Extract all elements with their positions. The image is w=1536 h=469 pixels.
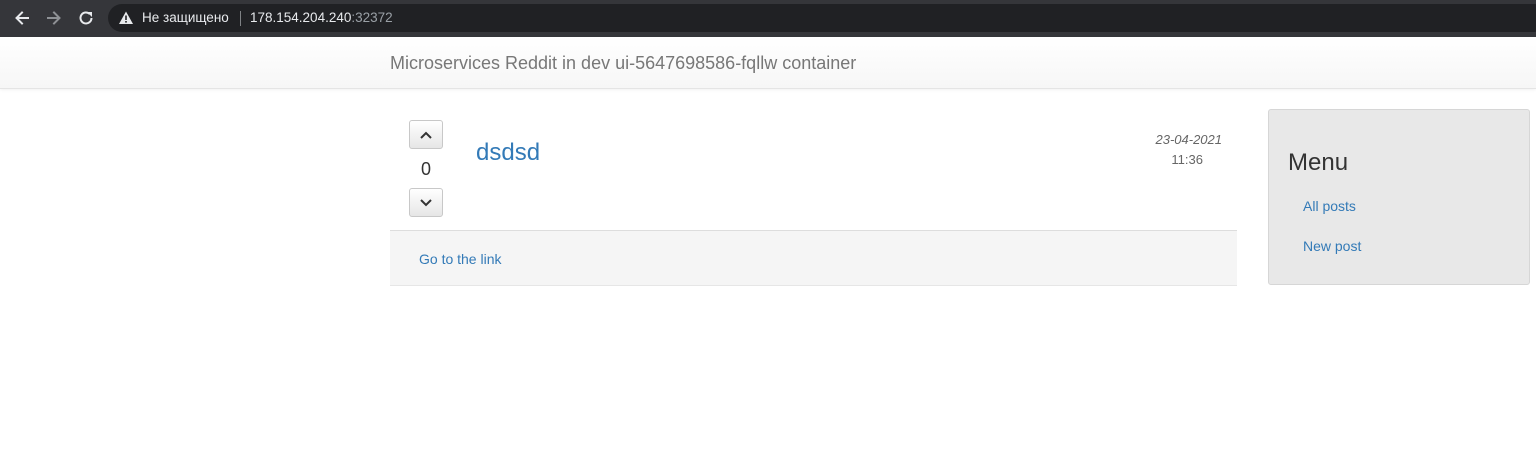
site-brand[interactable]: Microservices Reddit in dev ui-564769858… — [390, 53, 856, 74]
forward-button[interactable] — [42, 6, 66, 30]
reload-button[interactable] — [74, 6, 98, 30]
post-date: 23-04-2021 — [1155, 132, 1223, 147]
back-button[interactable] — [10, 6, 34, 30]
post-panel: 0 dsdsd 23-04-2021 11:36 Go to the link — [390, 110, 1237, 286]
chevron-up-icon — [420, 131, 432, 139]
url-text[interactable]: 178.154.204.240:32372 — [250, 10, 393, 25]
go-to-link[interactable]: Go to the link — [419, 251, 502, 267]
forward-arrow-icon — [47, 11, 61, 25]
menu-title: Menu — [1288, 149, 1349, 176]
vote-count: 0 — [420, 159, 431, 179]
security-label[interactable]: Не защищено — [142, 10, 229, 25]
address-bar[interactable]: Не защищено 178.154.204.240:32372 — [108, 4, 1536, 32]
warning-icon — [119, 11, 133, 24]
url-host: 178.154.204.240 — [250, 10, 352, 25]
post-footer: Go to the link — [390, 230, 1237, 285]
back-arrow-icon — [15, 11, 29, 25]
url-port: :32372 — [351, 10, 393, 25]
menu-item-all-posts[interactable]: All posts — [1303, 198, 1356, 214]
sidebar-menu: Menu All posts New post — [1268, 109, 1530, 285]
browser-toolbar: Не защищено 178.154.204.240:32372 — [0, 0, 1536, 37]
downvote-button[interactable] — [409, 188, 443, 217]
reload-icon — [79, 11, 93, 25]
chevron-down-icon — [420, 198, 432, 206]
address-separator — [240, 11, 241, 26]
post-title-link[interactable]: dsdsd — [476, 139, 540, 167]
site-navbar: Microservices Reddit in dev ui-564769858… — [0, 37, 1536, 89]
upvote-button[interactable] — [409, 120, 443, 149]
post-time: 11:36 — [1171, 152, 1203, 167]
menu-item-new-post[interactable]: New post — [1303, 238, 1361, 254]
